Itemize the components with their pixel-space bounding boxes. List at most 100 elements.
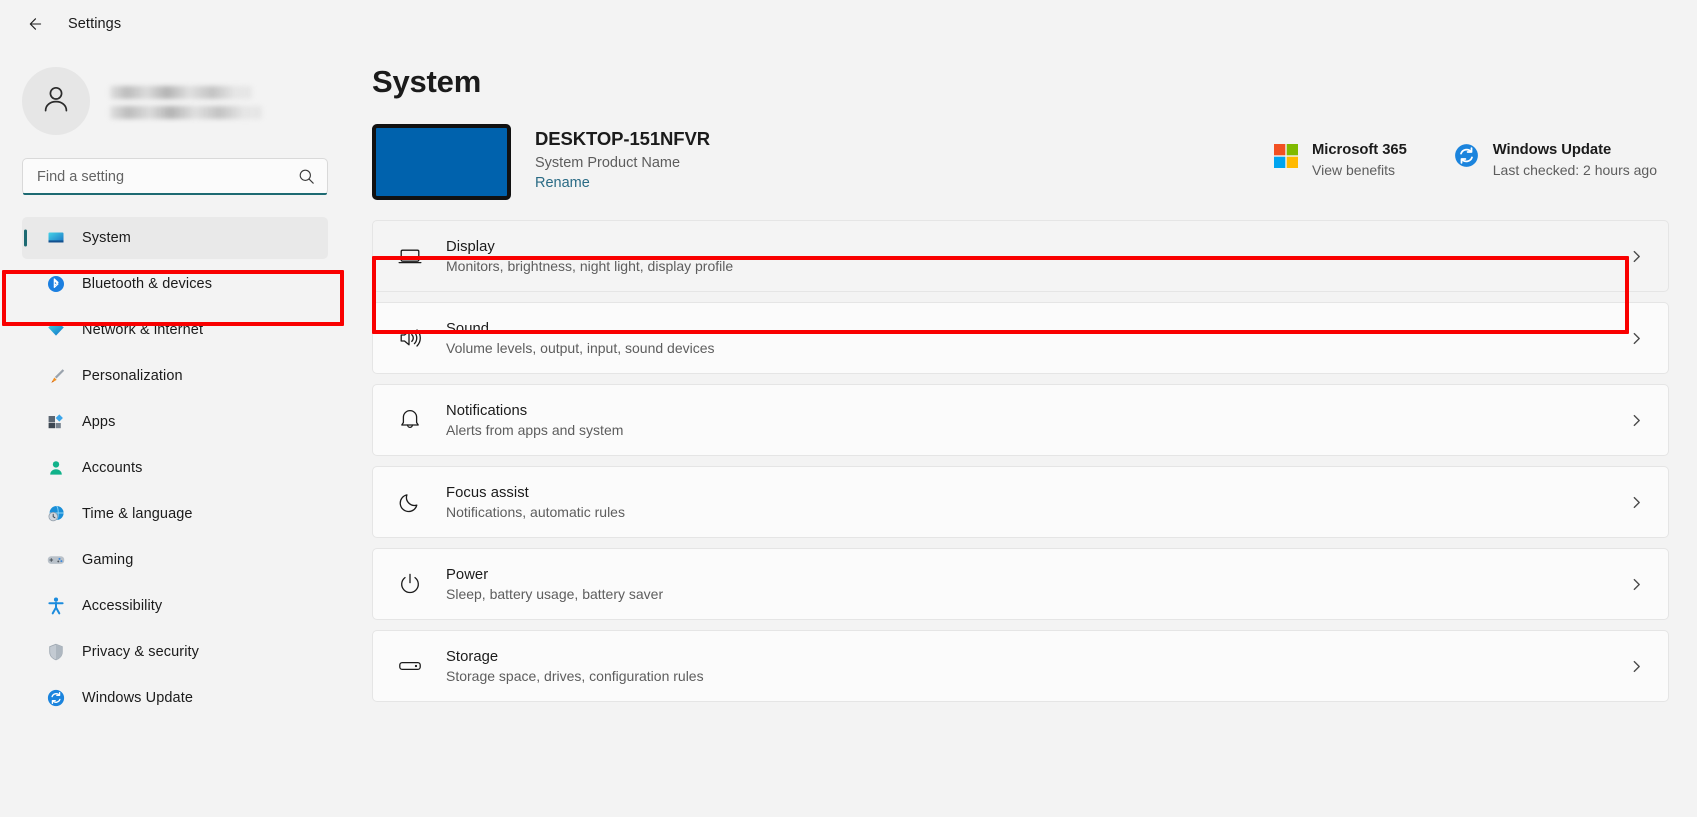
bell-icon: [395, 405, 425, 435]
account-name-blurred: [110, 86, 252, 99]
setting-row-subtitle: Sleep, battery usage, battery saver: [446, 586, 1629, 602]
main-content: System DESKTOP-151NFVR System Product Na…: [348, 48, 1697, 817]
setting-row-text: Storage Storage space, drives, configura…: [446, 649, 1629, 684]
sidebar-item-label: Accessibility: [82, 598, 162, 614]
setting-row-sound[interactable]: Sound Volume levels, output, input, soun…: [372, 302, 1669, 374]
device-model: System Product Name: [535, 155, 710, 171]
sidebar: System Bluetooth & devices: [0, 48, 348, 817]
microsoft-logo-icon: [1272, 142, 1299, 169]
sidebar-item-label: Bluetooth & devices: [82, 276, 212, 292]
system-monitor-icon: [46, 228, 66, 248]
chevron-right-icon[interactable]: [1629, 331, 1644, 346]
sidebar-item-label: System: [82, 230, 131, 246]
info-tile-subtitle: Last checked: 2 hours ago: [1493, 162, 1657, 178]
account-text-redacted: [110, 84, 262, 119]
sidebar-item-label: Privacy & security: [82, 644, 199, 660]
sidebar-item-accessibility[interactable]: Accessibility: [22, 585, 328, 627]
search-box[interactable]: [22, 158, 328, 195]
info-tile-subtitle: View benefits: [1312, 162, 1407, 178]
info-tiles: Microsoft 365 View benefits Windows Upda…: [1272, 124, 1669, 178]
back-button[interactable]: [16, 7, 52, 41]
sidebar-item-gaming[interactable]: Gaming: [22, 539, 328, 581]
wifi-icon: [46, 320, 66, 340]
device-name: DESKTOP-151NFVR: [535, 128, 710, 150]
shield-icon: [46, 642, 66, 662]
account-person-icon: [46, 458, 66, 478]
update-refresh-icon: [46, 688, 66, 708]
windows-update-tile[interactable]: Windows Update Last checked: 2 hours ago: [1453, 142, 1657, 178]
setting-row-title: Power: [446, 567, 1629, 583]
windows-update-text: Windows Update Last checked: 2 hours ago: [1493, 142, 1657, 178]
sidebar-item-network-internet[interactable]: Network & internet: [22, 309, 328, 351]
avatar: [22, 67, 90, 135]
chevron-right-icon[interactable]: [1629, 659, 1644, 674]
chevron-right-icon[interactable]: [1629, 577, 1644, 592]
sidebar-item-label: Apps: [82, 414, 115, 430]
setting-row-title: Sound: [446, 321, 1629, 337]
setting-row-text: Notifications Alerts from apps and syste…: [446, 403, 1629, 438]
setting-row-subtitle: Notifications, automatic rules: [446, 504, 1629, 520]
storage-drive-icon: [395, 651, 425, 681]
microsoft-365-text: Microsoft 365 View benefits: [1312, 142, 1407, 178]
sidebar-item-system[interactable]: System: [22, 217, 328, 259]
sidebar-item-windows-update[interactable]: Windows Update: [22, 677, 328, 719]
setting-row-focus-assist[interactable]: Focus assist Notifications, automatic ru…: [372, 466, 1669, 538]
sidebar-item-personalization[interactable]: Personalization: [22, 355, 328, 397]
search-icon[interactable]: [298, 168, 315, 185]
sidebar-item-apps[interactable]: Apps: [22, 401, 328, 443]
chevron-right-icon[interactable]: [1629, 249, 1644, 264]
sidebar-item-accounts[interactable]: Accounts: [22, 447, 328, 489]
sidebar-item-label: Gaming: [82, 552, 133, 568]
setting-row-text: Display Monitors, brightness, night ligh…: [446, 239, 1629, 274]
sidebar-item-label: Time & language: [82, 506, 193, 522]
setting-row-subtitle: Monitors, brightness, night light, displ…: [446, 258, 1629, 274]
setting-row-text: Sound Volume levels, output, input, soun…: [446, 321, 1629, 356]
window-title: Settings: [68, 16, 121, 32]
setting-row-text: Focus assist Notifications, automatic ru…: [446, 485, 1629, 520]
clock-globe-icon: [46, 504, 66, 524]
setting-row-notifications[interactable]: Notifications Alerts from apps and syste…: [372, 384, 1669, 456]
setting-row-title: Storage: [446, 649, 1629, 665]
settings-list: Display Monitors, brightness, night ligh…: [372, 220, 1669, 702]
gamepad-icon: [46, 550, 66, 570]
account-email-blurred: [110, 106, 262, 119]
apps-squares-icon: [46, 412, 66, 432]
windows-update-icon: [1453, 142, 1480, 169]
setting-row-title: Notifications: [446, 403, 1629, 419]
sidebar-item-label: Accounts: [82, 460, 142, 476]
page-title: System: [372, 64, 1669, 100]
person-avatar-icon: [38, 81, 74, 122]
device-meta: DESKTOP-151NFVR System Product Name Rena…: [535, 124, 710, 192]
paintbrush-icon: [46, 366, 66, 386]
app-shell: System Bluetooth & devices: [0, 48, 1697, 817]
title-bar: Settings: [0, 0, 1697, 48]
chevron-right-icon[interactable]: [1629, 495, 1644, 510]
sidebar-item-time-language[interactable]: Time & language: [22, 493, 328, 535]
info-tile-title: Microsoft 365: [1312, 142, 1407, 158]
account-summary[interactable]: [22, 48, 328, 140]
sidebar-item-label: Windows Update: [82, 690, 193, 706]
setting-row-power[interactable]: Power Sleep, battery usage, battery save…: [372, 548, 1669, 620]
sidebar-item-label: Personalization: [82, 368, 183, 384]
setting-row-storage[interactable]: Storage Storage space, drives, configura…: [372, 630, 1669, 702]
chevron-right-icon[interactable]: [1629, 413, 1644, 428]
monitor-icon: [395, 241, 425, 271]
moon-icon: [395, 487, 425, 517]
sidebar-item-privacy-security[interactable]: Privacy & security: [22, 631, 328, 673]
rename-link[interactable]: Rename: [535, 175, 590, 191]
accessibility-icon: [46, 596, 66, 616]
search-input[interactable]: [37, 169, 298, 185]
setting-row-display[interactable]: Display Monitors, brightness, night ligh…: [372, 220, 1669, 292]
setting-row-title: Focus assist: [446, 485, 1629, 501]
sidebar-nav: System Bluetooth & devices: [22, 217, 328, 719]
setting-row-subtitle: Volume levels, output, input, sound devi…: [446, 340, 1629, 356]
setting-row-subtitle: Storage space, drives, configuration rul…: [446, 668, 1629, 684]
microsoft-365-tile[interactable]: Microsoft 365 View benefits: [1272, 142, 1407, 178]
bluetooth-icon: [46, 274, 66, 294]
power-icon: [395, 569, 425, 599]
info-tile-title: Windows Update: [1493, 142, 1657, 158]
setting-row-text: Power Sleep, battery usage, battery save…: [446, 567, 1629, 602]
arrow-left-icon: [25, 15, 43, 33]
sidebar-item-label: Network & internet: [82, 322, 203, 338]
sidebar-item-bluetooth-devices[interactable]: Bluetooth & devices: [22, 263, 328, 305]
